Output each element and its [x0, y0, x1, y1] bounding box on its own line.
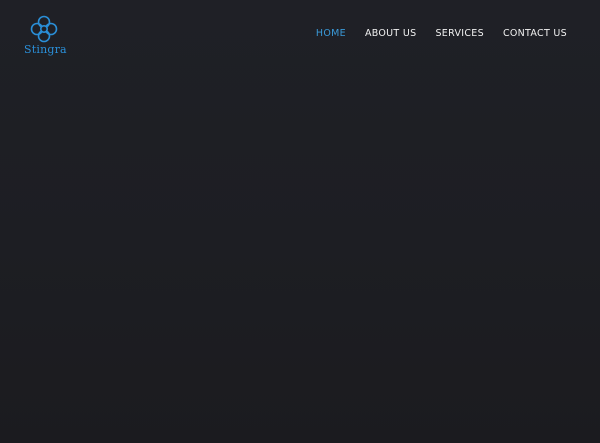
brand-logo[interactable]: Stingra	[22, 15, 67, 59]
nav-home[interactable]: HOME	[316, 27, 346, 41]
nav-about-us[interactable]: ABOUT US	[365, 27, 417, 41]
nav-services[interactable]: SERVICES	[435, 27, 483, 41]
site-header: Stingra HOME ABOUT US SERVICES CONTACT U…	[0, 0, 600, 70]
nav-contact-us[interactable]: CONTACT US	[503, 27, 567, 41]
brand-name: Stingra	[24, 43, 67, 56]
main-nav: HOME ABOUT US SERVICES CONTACT US	[316, 27, 567, 41]
page: Stingra HOME ABOUT US SERVICES CONTACT U…	[0, 0, 600, 443]
hero-section	[0, 70, 600, 443]
flower-logo-icon	[30, 15, 58, 43]
